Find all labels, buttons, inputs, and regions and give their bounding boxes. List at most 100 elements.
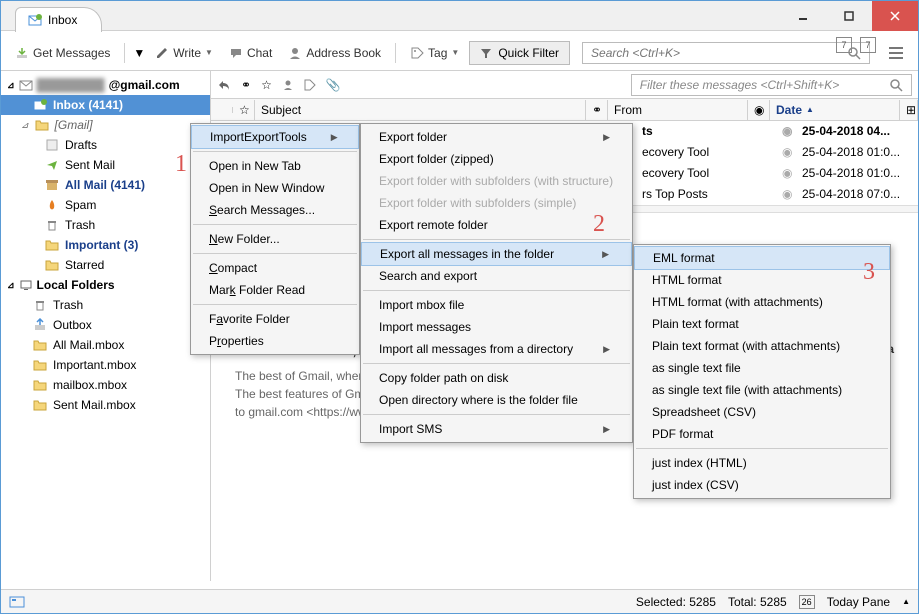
menu-plain-att[interactable]: Plain text format (with attachments) <box>634 335 890 357</box>
menu-import-sms[interactable]: Import SMS▶ <box>361 418 632 440</box>
menu-eml[interactable]: EML format <box>634 246 890 270</box>
menu-export-all[interactable]: Export all messages in the folder▶ <box>361 242 632 266</box>
menu-import-dir[interactable]: Import all messages from a directory▶ <box>361 338 632 360</box>
folder-spam[interactable]: Spam <box>1 195 210 215</box>
tag-button[interactable]: Tag ▼ <box>404 43 465 63</box>
folder-outbox[interactable]: Outbox <box>1 315 210 335</box>
folder-starred[interactable]: Starred <box>1 255 210 275</box>
quick-filter-button[interactable]: Quick Filter <box>469 41 570 65</box>
search-input[interactable] <box>591 46 847 60</box>
read-col[interactable]: ⚭ <box>586 100 608 120</box>
menu-single-text[interactable]: as single text file <box>634 357 890 379</box>
folder-icon <box>33 359 47 371</box>
calendar-icon-2[interactable]: 7 <box>860 37 876 53</box>
chevron-up-icon[interactable]: ▲ <box>902 597 910 606</box>
folder-pane: ⊿ ████████@gmail.com Inbox (4141) ⊿[Gmai… <box>1 71 211 581</box>
write-button[interactable]: Write ▼ <box>149 43 219 63</box>
calendar-icons: 7 7 <box>836 37 876 53</box>
account-row[interactable]: ⊿ ████████@gmail.com <box>1 75 210 95</box>
activity-icon[interactable] <box>9 595 25 609</box>
menu-index-html[interactable]: just index (HTML) <box>634 452 890 474</box>
menu-export-sub-simple: Export folder with subfolders (simple) <box>361 192 632 214</box>
tag-icon[interactable] <box>304 79 316 91</box>
menu-export-sub-struct: Export folder with subfolders (with stru… <box>361 170 632 192</box>
from-col[interactable]: From <box>608 100 748 120</box>
folder-context-menu: ImportExportTools▶ Open in New Tab Open … <box>190 123 360 355</box>
menu-open-tab[interactable]: Open in New Tab <box>191 155 359 177</box>
menu-html[interactable]: HTML format <box>634 269 890 291</box>
download-icon <box>15 46 29 60</box>
folder-important[interactable]: Important (3) <box>1 235 210 255</box>
star-icon[interactable]: ☆ <box>261 78 272 92</box>
menu-html-att[interactable]: HTML format (with attachments) <box>634 291 890 313</box>
folder-inbox[interactable]: Inbox (4141) <box>1 95 210 115</box>
menu-import-export[interactable]: ImportExportTools▶ <box>191 125 359 149</box>
message-filter[interactable]: Filter these messages <Ctrl+Shift+K> <box>631 74 912 96</box>
message-toolbar: ⚭ ☆ 📎 Filter these messages <Ctrl+Shift+… <box>211 71 918 99</box>
menu-export-remote[interactable]: Export remote folder <box>361 214 632 236</box>
menu-single-text-att[interactable]: as single text file (with attachments) <box>634 379 890 401</box>
menu-compact[interactable]: Compact <box>191 257 359 279</box>
menu-open-window[interactable]: Open in New Window <box>191 177 359 199</box>
attachment-icon[interactable]: 📎 <box>326 78 341 92</box>
menu-favorite[interactable]: Favorite Folder <box>191 308 359 330</box>
menu-plain[interactable]: Plain text format <box>634 313 890 335</box>
archive-icon <box>45 178 59 192</box>
junk-col[interactable]: ◉ <box>748 100 770 120</box>
menu-mark-read[interactable]: Mark Folder Read <box>191 279 359 301</box>
folder-local-trash[interactable]: Trash <box>1 295 210 315</box>
menu-search-messages[interactable]: Search Messages... <box>191 199 359 221</box>
star-col[interactable]: ☆ <box>233 100 255 120</box>
get-messages-button[interactable]: Get Messages <box>9 43 116 63</box>
menu-import-messages[interactable]: Import messages <box>361 316 632 338</box>
menu-new-folder[interactable]: New Folder... <box>191 228 359 250</box>
dropdown-icon[interactable]: ▼ <box>133 46 145 60</box>
global-search[interactable] <box>582 42 870 64</box>
folder-sentmail-mbox[interactable]: Sent Mail.mbox <box>1 395 210 415</box>
address-book-button[interactable]: Address Book <box>282 43 387 63</box>
date-col[interactable]: Date ▲ <box>770 100 900 120</box>
folder-gmail[interactable]: ⊿[Gmail] <box>1 115 210 135</box>
maximize-button[interactable] <box>826 1 872 31</box>
menu-export-folder[interactable]: Export folder▶ <box>361 126 632 148</box>
contact-icon[interactable] <box>282 79 294 91</box>
minimize-button[interactable] <box>780 1 826 31</box>
local-folders-row[interactable]: ⊿Local Folders <box>1 275 210 295</box>
folder-allmail[interactable]: All Mail (4141) <box>1 175 210 195</box>
reply-icon[interactable] <box>217 78 231 92</box>
menu-pdf[interactable]: PDF format <box>634 423 890 445</box>
column-picker[interactable]: ⊞ <box>900 100 918 120</box>
menu-import-mbox[interactable]: Import mbox file <box>361 294 632 316</box>
thread-col[interactable] <box>211 107 233 113</box>
menu-export-zipped[interactable]: Export folder (zipped) <box>361 148 632 170</box>
calendar-date-icon[interactable]: 26 <box>799 595 815 609</box>
person-icon <box>288 46 302 60</box>
glasses-icon[interactable]: ⚭ <box>241 78 251 92</box>
menu-search-export[interactable]: Search and export <box>361 265 632 287</box>
folder-mailbox-mbox[interactable]: mailbox.mbox <box>1 375 210 395</box>
folder-icon <box>33 399 47 411</box>
menu-copy-path[interactable]: Copy folder path on disk <box>361 367 632 389</box>
column-headers: ☆ Subject ⚭ From ◉ Date ▲ ⊞ <box>211 99 918 121</box>
sent-icon <box>45 158 59 172</box>
close-button[interactable] <box>872 1 918 31</box>
menu-open-dir[interactable]: Open directory where is the folder file <box>361 389 632 411</box>
app-menu-button[interactable] <box>882 40 910 66</box>
tab-inbox[interactable]: Inbox <box>15 7 102 32</box>
status-selected: Selected: 5285 <box>636 595 716 609</box>
folder-icon <box>33 379 47 391</box>
computer-icon <box>19 278 33 292</box>
chat-button[interactable]: Chat <box>223 43 278 63</box>
folder-icon <box>35 119 49 131</box>
calendar-icon-1[interactable]: 7 <box>836 37 852 53</box>
subject-col[interactable]: Subject <box>255 100 586 120</box>
folder-allmail-mbox[interactable]: All Mail.mbox <box>1 335 210 355</box>
menu-csv[interactable]: Spreadsheet (CSV) <box>634 401 890 423</box>
status-total: Total: 5285 <box>728 595 787 609</box>
folder-important-mbox[interactable]: Important.mbox <box>1 355 210 375</box>
search-icon <box>889 78 903 92</box>
today-pane-button[interactable]: Today Pane <box>827 595 890 609</box>
menu-index-csv[interactable]: just index (CSV) <box>634 474 890 496</box>
folder-trash[interactable]: Trash <box>1 215 210 235</box>
menu-properties[interactable]: Properties <box>191 330 359 352</box>
